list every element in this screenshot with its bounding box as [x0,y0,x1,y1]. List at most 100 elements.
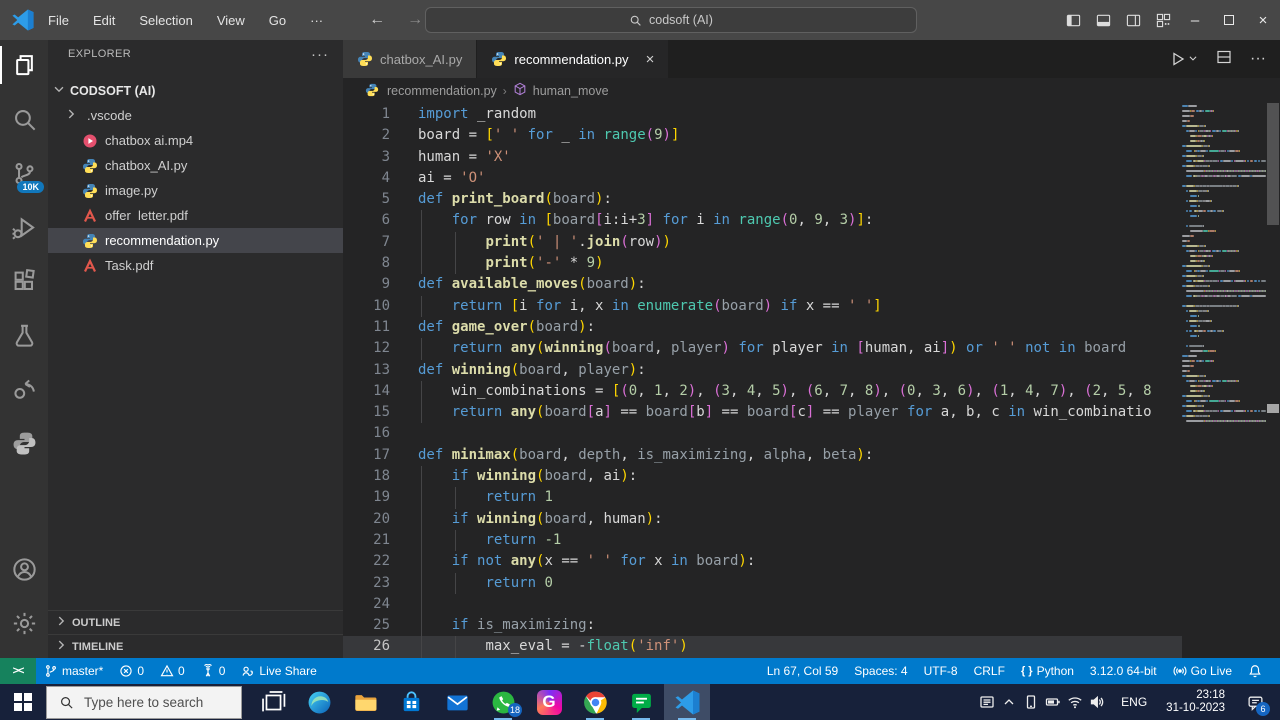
code-line[interactable]: 8 print('-' * 9) [343,253,1182,275]
breadcrumb-symbol[interactable]: human_move [533,84,609,98]
explorer-more-icon[interactable]: ··· [311,46,329,63]
code-line[interactable]: 9 def available_moves(board): [343,274,1182,295]
taskbar-store-icon[interactable] [388,684,434,720]
split-editor-button[interactable] [1216,49,1232,70]
maximize-button[interactable] [1212,0,1246,40]
status-ln-67-col-59[interactable]: Ln 67, Col 59 [759,658,846,684]
toggle-panel-icon[interactable] [1088,0,1118,40]
file-row[interactable]: .vscode [48,103,343,128]
run-button[interactable] [1170,50,1198,68]
workspace-folder-row[interactable]: CODSOFT (AI) [48,78,343,103]
breadcrumb-file[interactable]: recommendation.py [387,84,497,98]
file-row[interactable]: image.py [48,178,343,203]
start-button[interactable] [0,684,46,720]
editor-more-actions-icon[interactable]: ··· [1250,50,1266,68]
code-line[interactable]: 12 return any(winning(board, player) for… [343,338,1182,360]
code-line[interactable]: 6 for row in [board[i:i+3] for i in rang… [343,210,1182,232]
file-row[interactable]: chatbox_AI.py [48,153,343,178]
file-row[interactable]: chatbox ai.mp4 [48,128,343,153]
file-row[interactable]: recommendation.py [48,228,343,253]
section-outline[interactable]: OUTLINE [48,610,343,634]
status-3-12-0-64-bit[interactable]: 3.12.0 64-bit [1082,658,1165,684]
taskbar-edge-icon[interactable] [296,684,342,720]
code-line[interactable]: 4 ai = 'O' [343,168,1182,189]
activity-account-icon[interactable] [0,544,48,594]
code-line[interactable]: 23 return 0 [343,572,1182,594]
code-line[interactable]: 10 return [i for i, x in enumerate(board… [343,295,1182,317]
code-line[interactable]: 20 if winning(board, human): [343,508,1182,530]
tray-battery-icon[interactable] [1042,684,1064,720]
code-line[interactable]: 26 max_eval = -float('inf') [343,636,1182,658]
code-line[interactable]: 22 if not any(x == ' ' for x in board): [343,551,1182,573]
code-editor[interactable]: 1 import _random 2 board = [' ' for _ in ra… [343,103,1280,658]
tray-wifi-icon[interactable] [1064,684,1086,720]
menu-selection[interactable]: Selection [139,13,192,28]
status-0[interactable]: 0 [193,658,234,684]
split-editor-icon[interactable] [1118,0,1148,40]
code-line[interactable]: 21 return -1 [343,529,1182,552]
activity-run-debug-icon[interactable] [0,202,48,252]
notifications-button[interactable]: 6 [1238,684,1272,720]
menu-go[interactable]: Go [269,13,286,28]
taskbar-mail-icon[interactable] [434,684,480,720]
status-master-[interactable]: master* [36,658,111,684]
code-line[interactable]: 15 return any(board[a] == board[b] == bo… [343,402,1182,424]
section-timeline[interactable]: TIMELINE [48,634,343,658]
taskbar-vscode-icon[interactable] [664,684,710,720]
customize-layout-icon[interactable] [1148,0,1178,40]
menu-[interactable]: ··· [310,13,323,28]
code-line[interactable]: 17 def minimax(board, depth, is_maximizin… [343,445,1182,466]
file-row[interactable]: Task.pdf [48,253,343,278]
code-line[interactable]: 7 print(' | '.join(row)) [343,231,1182,254]
code-line[interactable]: 24 [343,593,1182,616]
code-line[interactable]: 11 def game_over(board): [343,317,1182,338]
toggle-sidebar-icon[interactable] [1058,0,1088,40]
activity-testing-icon[interactable] [0,310,48,360]
code-line[interactable]: 13 def winning(board, player): [343,360,1182,381]
taskbar-task-view-icon[interactable] [250,684,296,720]
code-line[interactable]: 5 def print_board(board): [343,189,1182,210]
activity-settings-icon[interactable] [0,598,48,648]
activity-search-icon[interactable] [0,94,48,144]
activity-explorer-icon[interactable] [0,40,48,90]
taskbar-g-app-icon[interactable]: G [526,684,572,720]
status-live-share[interactable]: Live Share [233,658,324,684]
activity-live-share-icon[interactable] [0,364,48,414]
status-0[interactable]: 0 [111,658,152,684]
activity-python-icon[interactable] [0,418,48,468]
back-arrow-icon[interactable]: ← [369,11,385,29]
tray-phone-icon[interactable] [1020,684,1042,720]
activity-extensions-icon[interactable] [0,256,48,306]
activity-source-control-icon[interactable]: 10K [0,148,48,198]
status-bell[interactable] [1240,658,1274,684]
clock[interactable]: 23:18 31-10-2023 [1160,689,1231,715]
status-utf-8[interactable]: UTF-8 [916,658,966,684]
minimap[interactable] [1182,103,1267,658]
remote-indicator[interactable]: >< [0,658,36,684]
code-line[interactable]: 19 return 1 [343,487,1182,509]
code-line[interactable]: 1 import _random [343,104,1182,125]
language-indicator[interactable]: ENG [1115,695,1153,709]
menu-view[interactable]: View [217,13,245,28]
status-0[interactable]: 0 [152,658,193,684]
code-line[interactable]: 3 human = 'X' [343,147,1182,168]
status-crlf[interactable]: CRLF [966,658,1013,684]
taskbar-whatsapp-icon[interactable]: 18 [480,684,526,720]
tray-news-icon[interactable] [976,684,998,720]
status-python[interactable]: { } Python [1013,658,1082,684]
tray-chevron-up-icon[interactable] [998,684,1020,720]
code-line[interactable]: 18 if winning(board, ai): [343,466,1182,488]
close-tab-icon[interactable]: × [646,51,655,68]
menu-edit[interactable]: Edit [93,13,115,28]
editor-scrollbar[interactable] [1266,103,1280,658]
taskbar-file-explorer-icon[interactable] [342,684,388,720]
tray-volume-icon[interactable] [1086,684,1108,720]
code-line[interactable]: 25 if is_maximizing: [343,615,1182,637]
scrollbar-thumb[interactable] [1267,103,1279,225]
command-center-search[interactable]: codsoft (AI) [425,7,917,33]
code-line[interactable]: 16 [343,423,1182,444]
forward-arrow-icon[interactable]: → [407,11,423,29]
tab-recommendation.py[interactable]: recommendation.py × [477,40,669,78]
tab-chatbox_AI.py[interactable]: chatbox_AI.py [343,40,477,78]
code-line[interactable]: 14 win_combinations = [(0, 1, 2), (3, 4,… [343,380,1182,403]
